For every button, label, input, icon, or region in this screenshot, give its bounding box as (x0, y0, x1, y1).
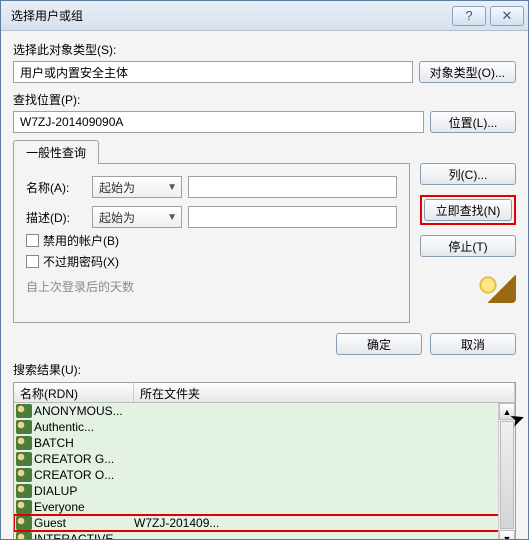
row-folder: W7ZJ-201409... (134, 515, 515, 531)
row-name: Everyone (34, 499, 134, 515)
user-icon (16, 484, 32, 498)
results-label: 搜索结果(U): (13, 361, 516, 378)
results-body[interactable]: ANONYMOUS...Authentic...BATCHCREATOR G..… (14, 403, 515, 539)
table-row[interactable]: INTERACTIVE (14, 531, 515, 539)
table-row[interactable]: DIALUP (14, 483, 515, 499)
table-row[interactable]: Everyone (14, 499, 515, 515)
user-icon (16, 500, 32, 514)
table-row[interactable]: CREATOR G... (14, 451, 515, 467)
col-header-name[interactable]: 名称(RDN) (14, 383, 134, 402)
name-mode-combo[interactable]: 起始为 ▼ (92, 176, 182, 198)
query-row: 一般性查询 名称(A): 起始为 ▼ 描述(D): 起始为 ▼ (13, 141, 516, 323)
object-type-label: 选择此对象类型(S): (13, 41, 516, 58)
titlebar-buttons: ? ✕ (452, 6, 524, 26)
table-row[interactable]: ANONYMOUS... (14, 403, 515, 419)
desc-mode-value: 起始为 (99, 209, 135, 226)
table-row[interactable]: BATCH (14, 435, 515, 451)
checkbox-icon (26, 255, 39, 268)
desc-input[interactable] (188, 206, 397, 228)
row-name: INTERACTIVE (34, 531, 134, 539)
search-icon (474, 273, 516, 303)
row-name: Guest (34, 515, 134, 531)
table-row[interactable]: CREATOR O... (14, 467, 515, 483)
row-name: BATCH (34, 435, 134, 451)
scroll-down-icon[interactable]: ▼ (499, 530, 515, 539)
user-icon (16, 468, 32, 482)
ok-button[interactable]: 确定 (336, 333, 422, 355)
cancel-button[interactable]: 取消 (430, 333, 516, 355)
help-button[interactable]: ? (452, 6, 486, 26)
name-label: 名称(A): (26, 179, 86, 196)
row-name: CREATOR O... (34, 467, 134, 483)
stop-button[interactable]: 停止(T) (420, 235, 516, 257)
scroll-up-icon[interactable]: ▲ (499, 403, 515, 420)
name-mode-value: 起始为 (99, 179, 135, 196)
row-name: CREATOR G... (34, 451, 134, 467)
window-title: 选择用户或组 (11, 7, 452, 24)
row-name: ANONYMOUS... (34, 403, 134, 419)
tabs-wrap: 一般性查询 名称(A): 起始为 ▼ 描述(D): 起始为 ▼ (13, 141, 410, 323)
location-label: 查找位置(P): (13, 91, 516, 108)
desc-label: 描述(D): (26, 209, 86, 226)
location-field[interactable] (13, 111, 424, 133)
name-input[interactable] (188, 176, 397, 198)
user-icon (16, 516, 32, 530)
table-row[interactable]: GuestW7ZJ-201409... (14, 515, 515, 531)
dialog-body: 选择此对象类型(S): 对象类型(O)... 查找位置(P): 位置(L)...… (1, 31, 528, 539)
results-list: 名称(RDN) 所在文件夹 ANONYMOUS...Authentic...BA… (13, 382, 516, 539)
user-icon (16, 404, 32, 418)
user-icon (16, 420, 32, 434)
chk-disabled-accounts[interactable]: 禁用的帐户(B) (26, 232, 397, 249)
desc-mode-combo[interactable]: 起始为 ▼ (92, 206, 182, 228)
titlebar: 选择用户或组 ? ✕ (1, 1, 528, 31)
row-name: Authentic... (34, 419, 134, 435)
user-icon (16, 436, 32, 450)
side-buttons: 列(C)... 立即查找(N) 停止(T) (420, 163, 516, 303)
results-header: 名称(RDN) 所在文件夹 (14, 383, 515, 403)
tab-body: 名称(A): 起始为 ▼ 描述(D): 起始为 ▼ (13, 163, 410, 323)
chk-noexpire-label: 不过期密码(X) (43, 253, 119, 270)
chk-disabled-label: 禁用的帐户(B) (43, 232, 119, 249)
object-types-button[interactable]: 对象类型(O)... (419, 61, 516, 83)
row-name: DIALUP (34, 483, 134, 499)
vertical-scrollbar[interactable]: ▲ ▼ (498, 403, 515, 539)
chk-noexpire-password[interactable]: 不过期密码(X) (26, 253, 397, 270)
scroll-thumb[interactable] (500, 421, 514, 529)
close-button[interactable]: ✕ (490, 6, 524, 26)
object-type-field[interactable] (13, 61, 413, 83)
columns-button[interactable]: 列(C)... (420, 163, 516, 185)
dialog-window: 选择用户或组 ? ✕ 选择此对象类型(S): 对象类型(O)... 查找位置(P… (0, 0, 529, 540)
chevron-down-icon: ▼ (167, 212, 177, 223)
find-now-button[interactable]: 立即查找(N) (424, 199, 512, 221)
tab-general-query[interactable]: 一般性查询 (13, 140, 99, 164)
user-icon (16, 532, 32, 539)
locations-button[interactable]: 位置(L)... (430, 111, 516, 133)
col-header-folder[interactable]: 所在文件夹 (134, 383, 515, 402)
user-icon (16, 452, 32, 466)
find-now-highlight: 立即查找(N) (420, 195, 516, 225)
checkbox-icon (26, 234, 39, 247)
days-since-login-label: 自上次登录后的天数 (26, 278, 134, 295)
chevron-down-icon: ▼ (167, 182, 177, 193)
dialog-buttons: 确定 取消 (13, 333, 516, 355)
table-row[interactable]: Authentic... (14, 419, 515, 435)
